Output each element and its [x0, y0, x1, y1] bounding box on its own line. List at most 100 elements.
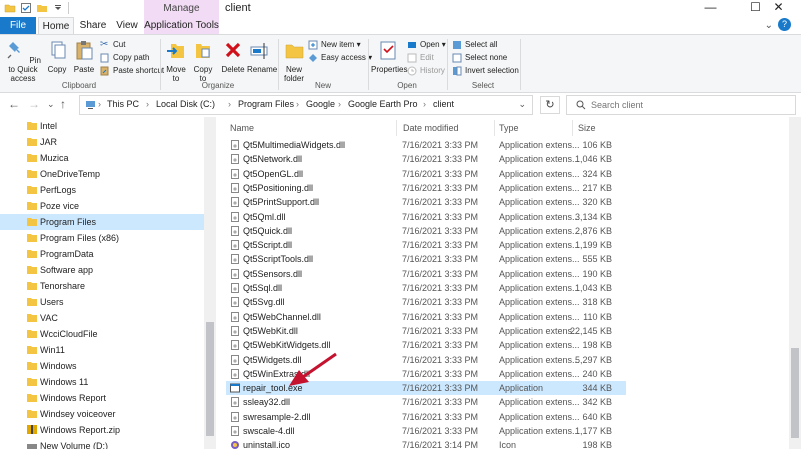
column-header-type[interactable]: Type: [499, 123, 519, 133]
breadcrumb-google-earth-pro[interactable]: Google Earth Pro: [348, 99, 418, 109]
tab-file[interactable]: File: [0, 17, 36, 34]
file-row[interactable]: Qt5Sensors.dll 7/16/2021 3:33 PM Applicati…: [226, 267, 626, 281]
edit-button[interactable]: Edit: [407, 51, 434, 64]
column-divider[interactable]: [396, 120, 397, 136]
paste-button[interactable]: Paste: [71, 39, 97, 74]
rename-button[interactable]: Rename: [247, 39, 277, 74]
search-box[interactable]: [566, 95, 796, 115]
nav-item[interactable]: Win11: [0, 342, 206, 358]
nav-item[interactable]: New Volume (D:): [0, 438, 206, 449]
nav-scrollbar-thumb[interactable]: [206, 322, 214, 436]
open-button[interactable]: Open ▾: [407, 38, 446, 51]
file-row[interactable]: Qt5OpenGL.dll 7/16/2021 3:33 PM Applicatio…: [226, 167, 626, 181]
nav-item[interactable]: Poze vice: [0, 198, 206, 214]
copy-path-button[interactable]: Copy path: [100, 51, 149, 64]
file-row[interactable]: ssleay32.dll 7/16/2021 3:33 PM Application…: [226, 395, 626, 409]
breadcrumb-google[interactable]: Google: [306, 99, 335, 109]
easy-access-button[interactable]: Easy access ▾: [308, 51, 372, 64]
file-row[interactable]: Qt5Positioning.dll 7/16/2021 3:33 PM Appli…: [226, 181, 626, 195]
nav-item[interactable]: Windows Report: [0, 390, 206, 406]
tab-view[interactable]: View: [112, 17, 142, 34]
file-row[interactable]: Qt5Svg.dll 7/16/2021 3:33 PM Application e…: [226, 295, 626, 309]
search-input[interactable]: [591, 98, 791, 112]
nav-item[interactable]: VAC: [0, 310, 206, 326]
file-row[interactable]: Qt5MultimediaWidgets.dll 7/16/2021 3:33 P…: [226, 138, 626, 152]
invert-selection-button[interactable]: Invert selection: [452, 64, 519, 77]
column-divider[interactable]: [572, 120, 573, 136]
tab-share[interactable]: Share: [75, 17, 111, 34]
history-button[interactable]: History: [407, 64, 445, 77]
address-bar[interactable]: › This PC › Local Disk (C:) › Program Fi…: [79, 95, 533, 115]
nav-item[interactable]: WcciCloudFile: [0, 326, 206, 342]
breadcrumb-local-disk[interactable]: Local Disk (C:): [156, 99, 215, 109]
tab-application-tools[interactable]: Application Tools: [144, 17, 219, 34]
properties-check-icon[interactable]: [20, 2, 32, 14]
delete-button[interactable]: Delete: [220, 39, 246, 74]
tab-home[interactable]: Home: [38, 17, 74, 34]
customize-qat-icon[interactable]: [52, 2, 64, 14]
breadcrumb-client[interactable]: client: [433, 99, 454, 109]
file-row[interactable]: Qt5WebKit.dll 7/16/2021 3:33 PM Applicatio…: [226, 324, 626, 338]
file-row[interactable]: Qt5Qml.dll 7/16/2021 3:33 PM Application e…: [226, 210, 626, 224]
column-divider[interactable]: [494, 120, 495, 136]
paste-shortcut-button[interactable]: Paste shortcut: [100, 64, 164, 77]
nav-item[interactable]: Tenorshare: [0, 278, 206, 294]
file-row[interactable]: Qt5Quick.dll 7/16/2021 3:33 PM Application…: [226, 224, 626, 238]
cut-button[interactable]: ✂ Cut: [100, 38, 125, 51]
file-row[interactable]: Qt5ScriptTools.dll 7/16/2021 3:33 PM Appli…: [226, 252, 626, 266]
back-arrow-icon[interactable]: ←: [8, 97, 20, 111]
address-dropdown-icon[interactable]: ⌄: [518, 99, 526, 110]
select-none-button[interactable]: Select none: [452, 51, 507, 64]
nav-item[interactable]: Windows 11: [0, 374, 206, 390]
file-row[interactable]: Qt5WinExtras.dll 7/16/2021 3:33 PM Applica…: [226, 367, 626, 381]
ribbon-collapse-icon[interactable]: ⌄: [765, 20, 773, 31]
nav-item[interactable]: Program Files: [0, 214, 206, 230]
forward-arrow-icon[interactable]: →: [28, 97, 40, 111]
column-header-size[interactable]: Size: [578, 123, 596, 133]
file-row[interactable]: Qt5PrintSupport.dll 7/16/2021 3:33 PM Appl…: [226, 195, 626, 209]
file-row[interactable]: uninstall.ico 7/16/2021 3:14 PM Icon 198 KB: [226, 438, 626, 449]
file-row[interactable]: Qt5Network.dll 7/16/2021 3:33 PM Applicati…: [226, 152, 626, 166]
breadcrumb-program-files[interactable]: Program Files: [238, 99, 294, 109]
file-row[interactable]: Qt5WebKitWidgets.dll 7/16/2021 3:33 PM App…: [226, 338, 626, 352]
file-row[interactable]: swresample-2.dll 7/16/2021 3:33 PM Applica…: [226, 410, 626, 424]
file-row[interactable]: swscale-4.dll 7/16/2021 3:33 PM Applicatio…: [226, 424, 626, 438]
nav-item[interactable]: Muzica: [0, 150, 206, 166]
pin-quick-access-button[interactable]: Pin to Quick access: [3, 39, 43, 83]
move-to-button[interactable]: Move to: [163, 39, 189, 83]
file-row[interactable]: Qt5Widgets.dll 7/16/2021 3:33 PM Applicati…: [226, 353, 626, 367]
file-row[interactable]: repair_tool.exe 7/16/2021 3:33 PM Applicat…: [226, 381, 626, 396]
file-row[interactable]: Qt5Sql.dll 7/16/2021 3:33 PM Application e…: [226, 281, 626, 295]
nav-item[interactable]: Program Files (x86): [0, 230, 206, 246]
file-row[interactable]: Qt5WebChannel.dll 7/16/2021 3:33 PM Applic…: [226, 310, 626, 324]
new-folder-button[interactable]: New folder: [281, 39, 307, 83]
close-button[interactable]: ✕: [756, 0, 801, 17]
column-header-name[interactable]: Name: [230, 123, 254, 133]
nav-item[interactable]: Windows: [0, 358, 206, 374]
nav-item[interactable]: Software app: [0, 262, 206, 278]
select-all-button[interactable]: Select all: [452, 38, 497, 51]
nav-item[interactable]: Users: [0, 294, 206, 310]
copy-to-button[interactable]: Copy to: [190, 39, 216, 83]
breadcrumb-this-pc[interactable]: This PC: [107, 99, 139, 109]
nav-item[interactable]: ProgramData: [0, 246, 206, 262]
new-item-button[interactable]: New item ▾: [308, 38, 361, 51]
file-row[interactable]: Qt5Script.dll 7/16/2021 3:33 PM Applicatio…: [226, 238, 626, 252]
help-icon[interactable]: ?: [778, 18, 791, 31]
properties-button[interactable]: Properties: [371, 39, 407, 74]
nav-item[interactable]: Windows Report.zip: [0, 422, 206, 438]
file-list-scrollbar-thumb[interactable]: [791, 348, 799, 438]
refresh-button[interactable]: ↻: [540, 96, 560, 114]
nav-item[interactable]: JAR: [0, 134, 206, 150]
copy-button[interactable]: Copy: [44, 39, 70, 74]
up-arrow-icon[interactable]: ↑: [60, 97, 66, 111]
column-header-date-modified[interactable]: Date modified: [403, 123, 459, 133]
nav-item[interactable]: Windsey voiceover: [0, 406, 206, 422]
minimize-button[interactable]: —: [688, 0, 733, 17]
nav-item[interactable]: Intel: [0, 118, 206, 134]
recent-locations-chevron-icon[interactable]: ⌄: [47, 99, 55, 110]
nav-item[interactable]: OneDriveTemp: [0, 166, 206, 182]
new-folder-qat-icon[interactable]: [36, 2, 48, 14]
dll-file-icon: [231, 268, 239, 279]
nav-item[interactable]: PerfLogs: [0, 182, 206, 198]
